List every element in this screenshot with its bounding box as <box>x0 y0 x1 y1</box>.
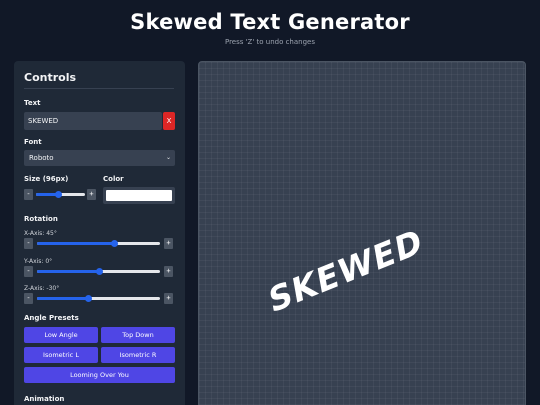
size-label: Size (96px) <box>24 175 69 183</box>
y-axis-decrease-button[interactable]: - <box>24 266 33 277</box>
preview-canvas[interactable]: SKEWED <box>198 61 526 405</box>
font-select[interactable]: Roboto ⌄ <box>24 150 175 166</box>
size-slider-thumb[interactable] <box>55 191 63 198</box>
size-slider[interactable] <box>36 191 85 198</box>
z-axis-slider[interactable] <box>37 295 160 302</box>
font-label: Font <box>24 138 42 146</box>
chevron-down-icon: ⌄ <box>165 154 171 161</box>
color-label: Color <box>103 175 124 183</box>
x-axis-increase-button[interactable]: + <box>164 238 173 249</box>
preset-isometric-left-button[interactable]: Isometric L <box>24 347 98 363</box>
x-axis-decrease-button[interactable]: - <box>24 238 33 249</box>
z-axis-decrease-button[interactable]: - <box>24 293 33 304</box>
y-axis-label: Y-Axis: 0° <box>24 258 53 265</box>
z-axis-increase-button[interactable]: + <box>164 293 173 304</box>
y-axis-slider-thumb[interactable] <box>95 268 103 275</box>
x-axis-slider-fill <box>37 242 114 245</box>
font-select-value: Roboto <box>29 154 54 162</box>
z-axis-label: Z-Axis: -30° <box>24 285 60 292</box>
rotation-label: Rotation <box>24 215 58 223</box>
x-axis-slider-thumb[interactable] <box>110 240 118 247</box>
size-decrease-button[interactable]: - <box>24 189 33 200</box>
controls-panel: Controls Text X Font Roboto ⌄ Size (96px… <box>14 61 185 405</box>
preset-top-down-button[interactable]: Top Down <box>101 327 175 343</box>
page-title: Skewed Text Generator <box>130 10 410 34</box>
controls-divider <box>24 88 174 89</box>
clear-text-button[interactable]: X <box>163 112 175 130</box>
y-axis-increase-button[interactable]: + <box>164 266 173 277</box>
y-axis-slider-fill <box>37 270 99 273</box>
controls-title: Controls <box>24 71 77 84</box>
skewed-text-preview[interactable]: SKEWED <box>266 220 425 321</box>
text-label: Text <box>24 99 41 107</box>
y-axis-slider[interactable] <box>37 268 160 275</box>
x-axis-label: X-Axis: 45° <box>24 230 57 237</box>
color-picker[interactable] <box>103 187 175 204</box>
z-axis-slider-fill <box>37 297 89 300</box>
animation-label: Animation <box>24 395 65 403</box>
page-header: Skewed Text Generator Press 'Z' to undo … <box>0 0 540 56</box>
angle-presets-label: Angle Presets <box>24 314 79 322</box>
color-swatch <box>106 190 172 201</box>
preset-isometric-right-button[interactable]: Isometric R <box>101 347 175 363</box>
z-axis-slider-thumb[interactable] <box>85 295 93 302</box>
page-subtitle: Press 'Z' to undo changes <box>224 38 315 46</box>
size-increase-button[interactable]: + <box>87 189 96 200</box>
x-axis-slider[interactable] <box>37 240 160 247</box>
preset-looming-button[interactable]: Looming Over You <box>24 367 175 383</box>
preset-low-angle-button[interactable]: Low Angle <box>24 327 98 343</box>
text-input[interactable] <box>24 112 162 130</box>
